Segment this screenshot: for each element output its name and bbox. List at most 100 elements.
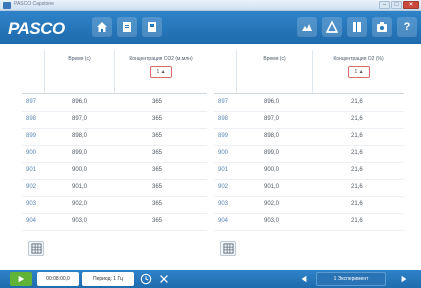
- table-row: 897 896,0 21,6: [214, 95, 404, 112]
- book-button[interactable]: [347, 17, 367, 37]
- row-index: 903: [26, 201, 37, 207]
- time-cell[interactable]: 901,0: [264, 184, 279, 190]
- row-index: 898: [26, 116, 37, 122]
- o2-cell[interactable]: 21,6: [351, 133, 363, 139]
- graph-icon: [325, 20, 339, 33]
- co2-cell[interactable]: 365: [152, 167, 162, 173]
- table-row: 897 896,0 365: [22, 95, 207, 112]
- next-run-button[interactable]: [396, 272, 412, 286]
- arrow-left-icon: [301, 275, 307, 283]
- row-index: 901: [218, 167, 229, 173]
- document-button[interactable]: [117, 17, 137, 37]
- row-index: 901: [26, 167, 37, 173]
- co2-cell[interactable]: 365: [152, 218, 162, 224]
- right-table: Время (с) Концентрация O2 (%) 1 ▲ 897 89…: [214, 50, 404, 260]
- time-cell[interactable]: 901,0: [72, 184, 87, 190]
- timer-button[interactable]: [139, 272, 153, 286]
- time-cell[interactable]: 902,0: [264, 201, 279, 207]
- co2-cell[interactable]: 365: [152, 99, 162, 105]
- o2-cell[interactable]: 21,6: [351, 116, 363, 122]
- time-cell[interactable]: 896,0: [264, 99, 279, 105]
- co2-cell[interactable]: 365: [152, 201, 162, 207]
- close-window-button[interactable]: ✕: [403, 1, 419, 9]
- help-button[interactable]: ?: [397, 17, 417, 37]
- table-row: 904 903,0 21,6: [214, 214, 404, 231]
- time-cell[interactable]: 902,0: [72, 201, 87, 207]
- camera-icon: [377, 22, 387, 32]
- previous-run-button[interactable]: [296, 272, 312, 286]
- row-index: 900: [218, 150, 229, 156]
- table-display: Время (с) Концентрация CO2 (м.млн) 1 ▲ 8…: [0, 44, 421, 264]
- co2-cell[interactable]: 365: [152, 150, 162, 156]
- o2-cell[interactable]: 21,6: [351, 201, 363, 207]
- o2-cell[interactable]: 21,6: [351, 167, 363, 173]
- record-button[interactable]: [10, 272, 32, 286]
- right-col-time[interactable]: Время (с): [236, 50, 312, 94]
- window-titlebar: PASCO Capstone – □ ✕: [0, 0, 421, 11]
- row-index: 898: [218, 116, 229, 122]
- time-cell[interactable]: 898,0: [264, 133, 279, 139]
- arrow-right-icon: [401, 275, 407, 283]
- right-col-o2[interactable]: Концентрация O2 (%) 1 ▲: [312, 50, 404, 94]
- right-table-header: Время (с) Концентрация O2 (%) 1 ▲: [214, 50, 404, 94]
- elapsed-time-display: 00:08:00,0: [37, 272, 79, 286]
- camera-button[interactable]: [372, 17, 392, 37]
- home-button[interactable]: [92, 17, 112, 37]
- table-row: 898 897,0 21,6: [214, 112, 404, 129]
- help-icon: ?: [403, 21, 411, 33]
- right-header-divider: [214, 93, 404, 94]
- left-col-time[interactable]: Время (с): [44, 50, 114, 94]
- page-button[interactable]: [142, 17, 162, 37]
- clock-icon: [140, 273, 152, 285]
- minimize-button[interactable]: –: [379, 1, 390, 9]
- right-table-options-button[interactable]: [220, 241, 236, 256]
- time-cell[interactable]: 899,0: [72, 150, 87, 156]
- right-unit-select[interactable]: 1 ▲: [348, 66, 370, 78]
- o2-cell[interactable]: 21,6: [351, 150, 363, 156]
- table-row: 898 897,0 365: [22, 112, 207, 129]
- maximize-button[interactable]: □: [391, 1, 402, 9]
- time-cell[interactable]: 900,0: [72, 167, 87, 173]
- time-cell[interactable]: 900,0: [264, 167, 279, 173]
- table-row: 899 898,0 365: [22, 129, 207, 146]
- row-index: 900: [26, 150, 37, 156]
- row-index: 897: [26, 99, 37, 105]
- left-header-divider: [22, 93, 207, 94]
- left-table-options-button[interactable]: [28, 241, 44, 256]
- time-cell[interactable]: 898,0: [72, 133, 87, 139]
- o2-cell[interactable]: 21,6: [351, 184, 363, 190]
- time-cell[interactable]: 897,0: [72, 116, 87, 122]
- row-index: 904: [218, 218, 229, 224]
- table-row: 903 902,0 365: [22, 197, 207, 214]
- time-cell[interactable]: 903,0: [72, 218, 87, 224]
- time-cell[interactable]: 896,0: [72, 99, 87, 105]
- left-table-header: Время (с) Концентрация CO2 (м.млн) 1 ▲: [22, 50, 207, 94]
- time-cell[interactable]: 899,0: [264, 150, 279, 156]
- co2-cell[interactable]: 365: [152, 184, 162, 190]
- play-icon: [18, 275, 25, 283]
- row-index: 897: [218, 99, 229, 105]
- row-index: 902: [26, 184, 37, 190]
- table-row: 903 902,0 21,6: [214, 197, 404, 214]
- page-icon: [148, 22, 156, 32]
- time-cell[interactable]: 897,0: [264, 116, 279, 122]
- table-row: 900 899,0 21,6: [214, 146, 404, 163]
- left-col-co2[interactable]: Концентрация CO2 (м.млн) 1 ▲: [114, 50, 207, 94]
- time-cell[interactable]: 903,0: [264, 218, 279, 224]
- main-toolbar: PASCO ?: [0, 11, 421, 44]
- left-col-time-label: Время (с): [68, 56, 91, 62]
- co2-cell[interactable]: 365: [152, 116, 162, 122]
- row-index: 904: [26, 218, 37, 224]
- sample-rate-select[interactable]: Период: 1 Гц: [82, 272, 134, 286]
- o2-cell[interactable]: 21,6: [351, 99, 363, 105]
- graph-button[interactable]: [322, 17, 342, 37]
- run-selector[interactable]: 1 Эксперимент: [316, 272, 386, 286]
- left-unit-select[interactable]: 1 ▲: [150, 66, 172, 78]
- sensor-button[interactable]: [297, 17, 317, 37]
- table-row: 904 903,0 365: [22, 214, 207, 231]
- tools-button[interactable]: [157, 272, 171, 286]
- co2-cell[interactable]: 365: [152, 133, 162, 139]
- o2-cell[interactable]: 21,6: [351, 218, 363, 224]
- tools-icon: [160, 275, 168, 283]
- right-col-time-label: Время (с): [263, 56, 286, 62]
